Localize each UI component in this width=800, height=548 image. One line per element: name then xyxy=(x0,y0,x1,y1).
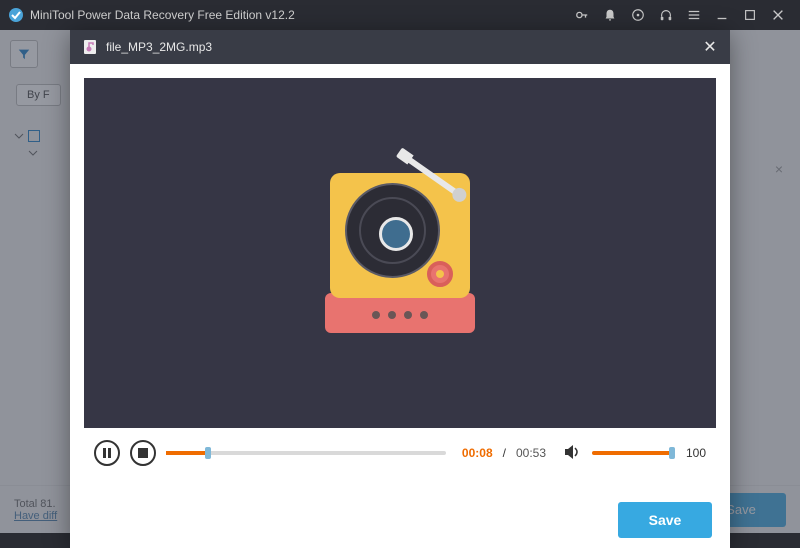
stop-icon xyxy=(138,448,148,458)
preview-modal: file_MP3_2MG.mp3 ✕ xyxy=(70,30,730,548)
modal-title: file_MP3_2MG.mp3 xyxy=(106,40,212,54)
pause-button[interactable] xyxy=(94,440,120,466)
progress-handle[interactable] xyxy=(205,447,211,459)
headphones-icon[interactable] xyxy=(658,7,674,23)
bell-icon[interactable] xyxy=(602,7,618,23)
modal-footer: Save xyxy=(70,492,730,548)
pause-icon xyxy=(102,448,112,458)
title-bar: MiniTool Power Data Recovery Free Editio… xyxy=(0,0,800,30)
player-controls: 00:08 / 00:53 100 xyxy=(84,428,716,478)
time-separator: / xyxy=(503,446,506,460)
menu-icon[interactable] xyxy=(686,7,702,23)
minimize-icon[interactable] xyxy=(714,7,730,23)
player-canvas xyxy=(84,78,716,428)
close-window-icon[interactable] xyxy=(770,7,786,23)
progress-fill xyxy=(166,451,208,455)
disc-icon[interactable] xyxy=(630,7,646,23)
key-icon[interactable] xyxy=(574,7,590,23)
volume-handle[interactable] xyxy=(669,447,675,459)
maximize-icon[interactable] xyxy=(742,7,758,23)
app-title: MiniTool Power Data Recovery Free Editio… xyxy=(30,8,295,22)
modal-header: file_MP3_2MG.mp3 ✕ xyxy=(70,30,730,64)
progress-bar[interactable] xyxy=(166,451,446,455)
stop-button[interactable] xyxy=(130,440,156,466)
app-logo-icon xyxy=(8,7,24,23)
turntable-illustration xyxy=(325,173,475,333)
volume-icon[interactable] xyxy=(564,444,582,463)
volume-bar[interactable] xyxy=(592,451,672,455)
modal-close-icon[interactable]: ✕ xyxy=(702,39,718,55)
modal-overlay: file_MP3_2MG.mp3 ✕ xyxy=(0,30,800,533)
volume-value: 100 xyxy=(682,446,706,460)
time-current: 00:08 xyxy=(462,446,493,460)
file-type-icon xyxy=(82,39,98,55)
time-total: 00:53 xyxy=(516,446,546,460)
